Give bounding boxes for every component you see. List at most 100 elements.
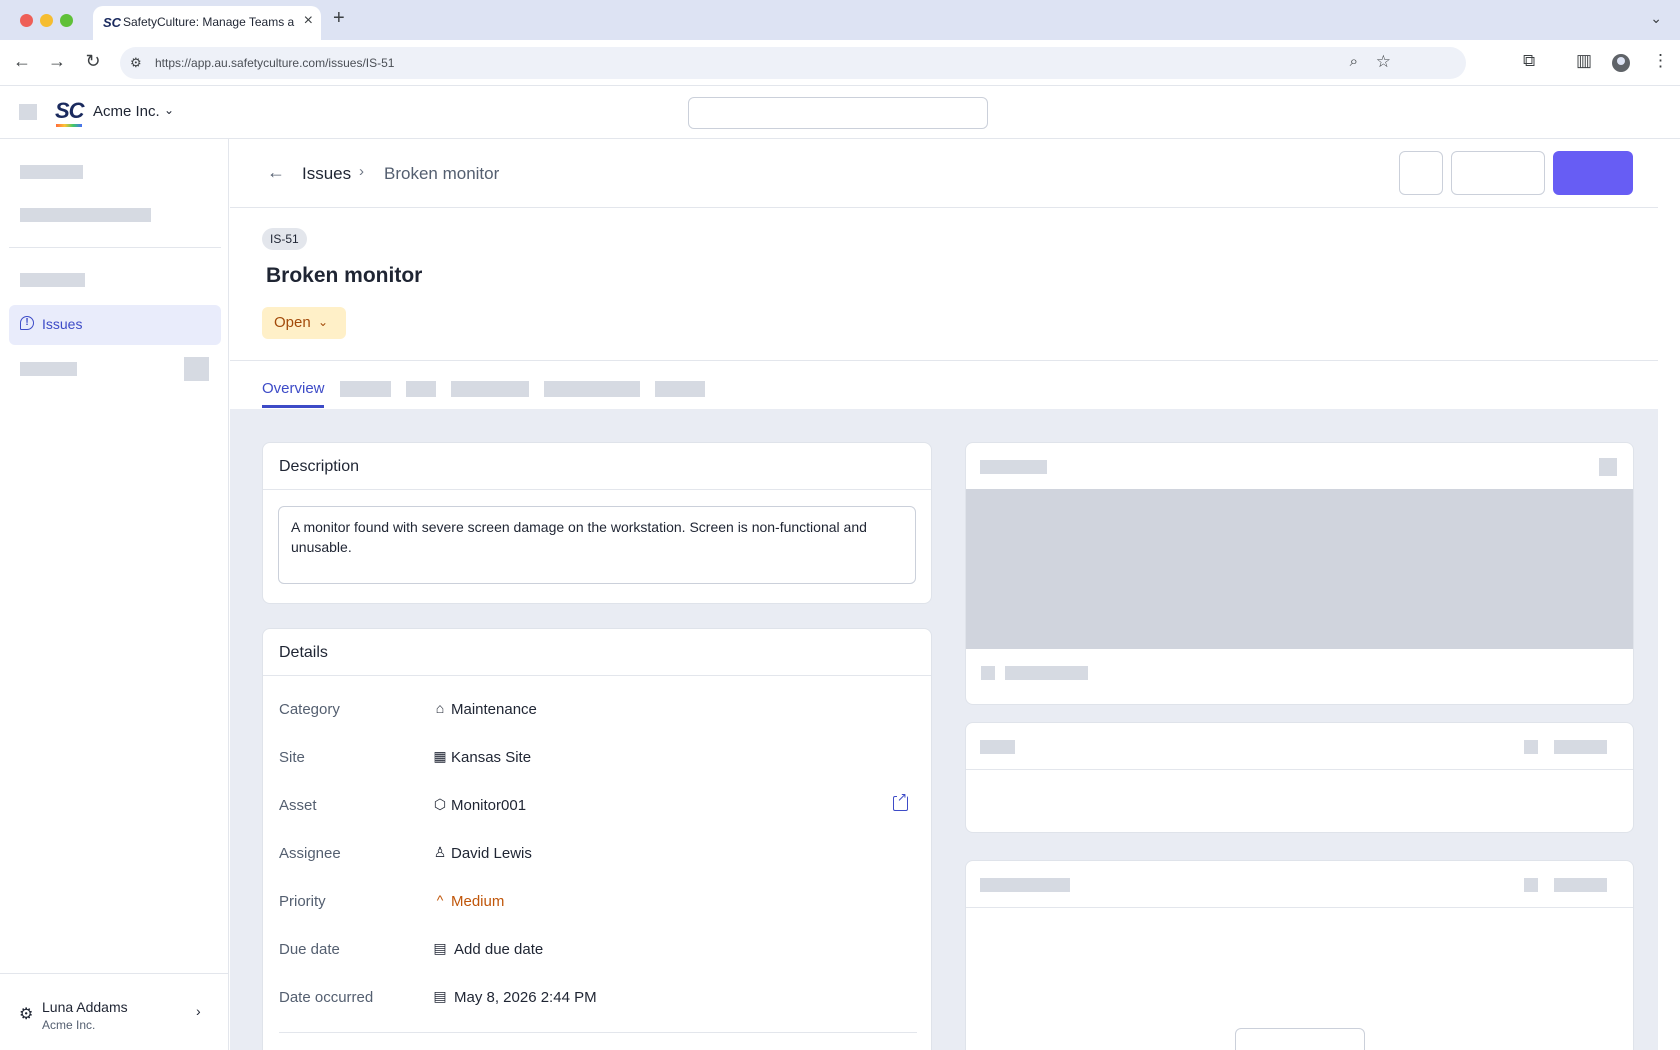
detail-row-date-occurred[interactable]: Date occurred ▤ May 8, 2026 2:44 PM <box>263 975 933 1023</box>
detail-value[interactable]: Maintenance <box>451 701 537 718</box>
tab-placeholder[interactable] <box>406 381 436 397</box>
sidebar-item-placeholder[interactable] <box>20 208 151 222</box>
detail-row-category[interactable]: Category ⌂ Maintenance <box>263 687 933 735</box>
tab-placeholder[interactable] <box>451 381 529 397</box>
tag-icon: ⌂ <box>435 700 445 716</box>
detail-row-due-date[interactable]: Due date ▤ Add due date <box>263 927 933 975</box>
tab-overview[interactable]: Overview <box>262 380 325 397</box>
card-title-placeholder <box>980 740 1015 754</box>
tab-placeholder[interactable] <box>544 381 640 397</box>
tabs-divider <box>230 360 1658 361</box>
org-switcher-label[interactable]: Acme Inc. <box>93 103 160 120</box>
sidebar-user-menu[interactable]: ⚙ Luna Addams Acme Inc. › <box>0 973 229 1050</box>
issue-icon: ! <box>20 316 34 330</box>
browser-toolbar: ← → ↻ ⚙ https://app.au.safetyculture.com… <box>0 40 1680 86</box>
building-icon: ▦ <box>433 748 447 764</box>
user-org: Acme Inc. <box>42 1018 96 1032</box>
search-input[interactable] <box>688 97 988 129</box>
detail-row-site[interactable]: Site ▦ Kansas Site <box>263 735 933 783</box>
action-placeholder[interactable] <box>1554 740 1607 754</box>
external-link-icon[interactable] <box>893 791 908 811</box>
safetyculture-favicon-icon: SC <box>103 15 122 30</box>
description-field[interactable]: A monitor found with severe screen damag… <box>278 506 916 584</box>
detail-value[interactable]: Monitor001 <box>451 797 526 814</box>
breadcrumb-issues-link[interactable]: Issues <box>302 164 351 184</box>
detail-label: Assignee <box>279 845 341 862</box>
back-icon[interactable]: ← <box>10 51 34 72</box>
action-placeholder[interactable] <box>1554 878 1607 892</box>
sidebar-item-label: Issues <box>42 316 83 332</box>
calendar-icon: ▤ <box>433 940 447 956</box>
user-name: Luna Addams <box>42 999 128 1015</box>
forward-icon[interactable]: → <box>45 51 69 72</box>
icon-placeholder <box>981 666 995 680</box>
detail-row-priority[interactable]: Priority ^ Medium <box>263 879 933 927</box>
site-info-icon[interactable]: ⚙ <box>130 55 142 71</box>
card-header <box>966 723 1633 770</box>
chevron-down-icon[interactable]: ⌄ <box>164 103 174 117</box>
primary-action-button[interactable] <box>1553 151 1633 195</box>
more-actions-button[interactable] <box>1399 151 1443 195</box>
status-dropdown[interactable]: Open ⌄ <box>262 307 346 339</box>
detail-value[interactable]: David Lewis <box>451 845 532 862</box>
safetyculture-logo[interactable]: SC <box>55 98 85 124</box>
detail-label: Due date <box>279 941 340 958</box>
browser-tab[interactable]: SC SafetyCulture: Manage Teams and... × <box>93 6 321 40</box>
app-header: SC Acme Inc. ⌄ <box>0 86 1680 139</box>
details-heading: Details <box>279 644 328 661</box>
detail-value[interactable]: May 8, 2026 2:44 PM <box>454 989 597 1006</box>
sidebar-item-placeholder[interactable] <box>20 273 85 287</box>
chevron-right-icon: › <box>359 163 364 180</box>
back-arrow-icon[interactable]: ← <box>267 162 285 183</box>
new-tab-icon[interactable]: + <box>333 7 345 30</box>
menu-icon[interactable]: ⋮ <box>1652 51 1669 71</box>
maximize-window-button[interactable] <box>60 14 73 27</box>
placeholder-card <box>965 722 1634 833</box>
detail-row-asset[interactable]: Asset ⬡ Monitor001 <box>263 783 933 831</box>
issue-header: ← Issues › Broken monitor IS-51 Broken m… <box>230 139 1658 409</box>
detail-value[interactable]: Add due date <box>454 941 543 958</box>
secondary-action-button[interactable] <box>1451 151 1545 195</box>
icon-placeholder <box>1524 878 1538 892</box>
profile-icon[interactable] <box>1612 54 1630 72</box>
sidebar-badge-placeholder <box>184 357 209 381</box>
detail-label: Date occurred <box>279 989 374 1006</box>
address-bar[interactable]: ⚙ https://app.au.safetyculture.com/issue… <box>120 47 1466 79</box>
cube-icon: ⬡ <box>433 796 447 812</box>
detail-value[interactable]: Kansas Site <box>451 749 531 766</box>
minimize-window-button[interactable] <box>40 14 53 27</box>
details-card: Details Category ⌂ Maintenance Site ▦ Ka… <box>262 628 932 1050</box>
card-button-placeholder[interactable] <box>1235 1028 1365 1050</box>
close-window-button[interactable] <box>20 14 33 27</box>
tab-placeholder[interactable] <box>340 381 391 397</box>
sidebar-item-placeholder[interactable] <box>20 362 77 376</box>
gear-icon: ⚙ <box>19 1006 34 1023</box>
card-action-placeholder[interactable] <box>1599 458 1617 476</box>
page-title: Broken monitor <box>266 264 423 287</box>
detail-label: Category <box>279 701 340 718</box>
detail-value[interactable]: Medium <box>451 893 504 910</box>
tab-placeholder[interactable] <box>655 381 705 397</box>
media-placeholder <box>966 489 1633 649</box>
sidebar-item-placeholder[interactable] <box>20 165 83 179</box>
card-header: Details <box>263 629 931 676</box>
detail-row-assignee[interactable]: Assignee ♙ David Lewis <box>263 831 933 879</box>
zoom-icon[interactable]: ⌕ <box>1350 53 1358 70</box>
reload-icon[interactable]: ↻ <box>81 51 105 72</box>
extensions-icon[interactable]: ⧉ <box>1523 51 1535 71</box>
calendar-icon: ▤ <box>433 988 447 1004</box>
logo-underline <box>56 124 82 127</box>
url-text[interactable]: https://app.au.safetyculture.com/issues/… <box>155 56 394 70</box>
media-card <box>965 442 1634 705</box>
sidebar-item-issues[interactable]: ! Issues <box>9 305 221 345</box>
side-panel-icon[interactable]: ▥ <box>1576 51 1592 71</box>
sidebar-divider <box>9 247 221 248</box>
tab-search-chevron-icon[interactable]: ⌄ <box>1650 10 1662 27</box>
detail-label: Site <box>279 749 305 766</box>
issue-id-badge: IS-51 <box>262 228 307 250</box>
text-placeholder <box>1005 666 1088 680</box>
app-switcher-icon[interactable] <box>19 104 37 120</box>
card-title-placeholder <box>980 878 1070 892</box>
bookmark-star-icon[interactable]: ☆ <box>1376 52 1391 72</box>
close-tab-icon[interactable]: × <box>304 12 313 30</box>
